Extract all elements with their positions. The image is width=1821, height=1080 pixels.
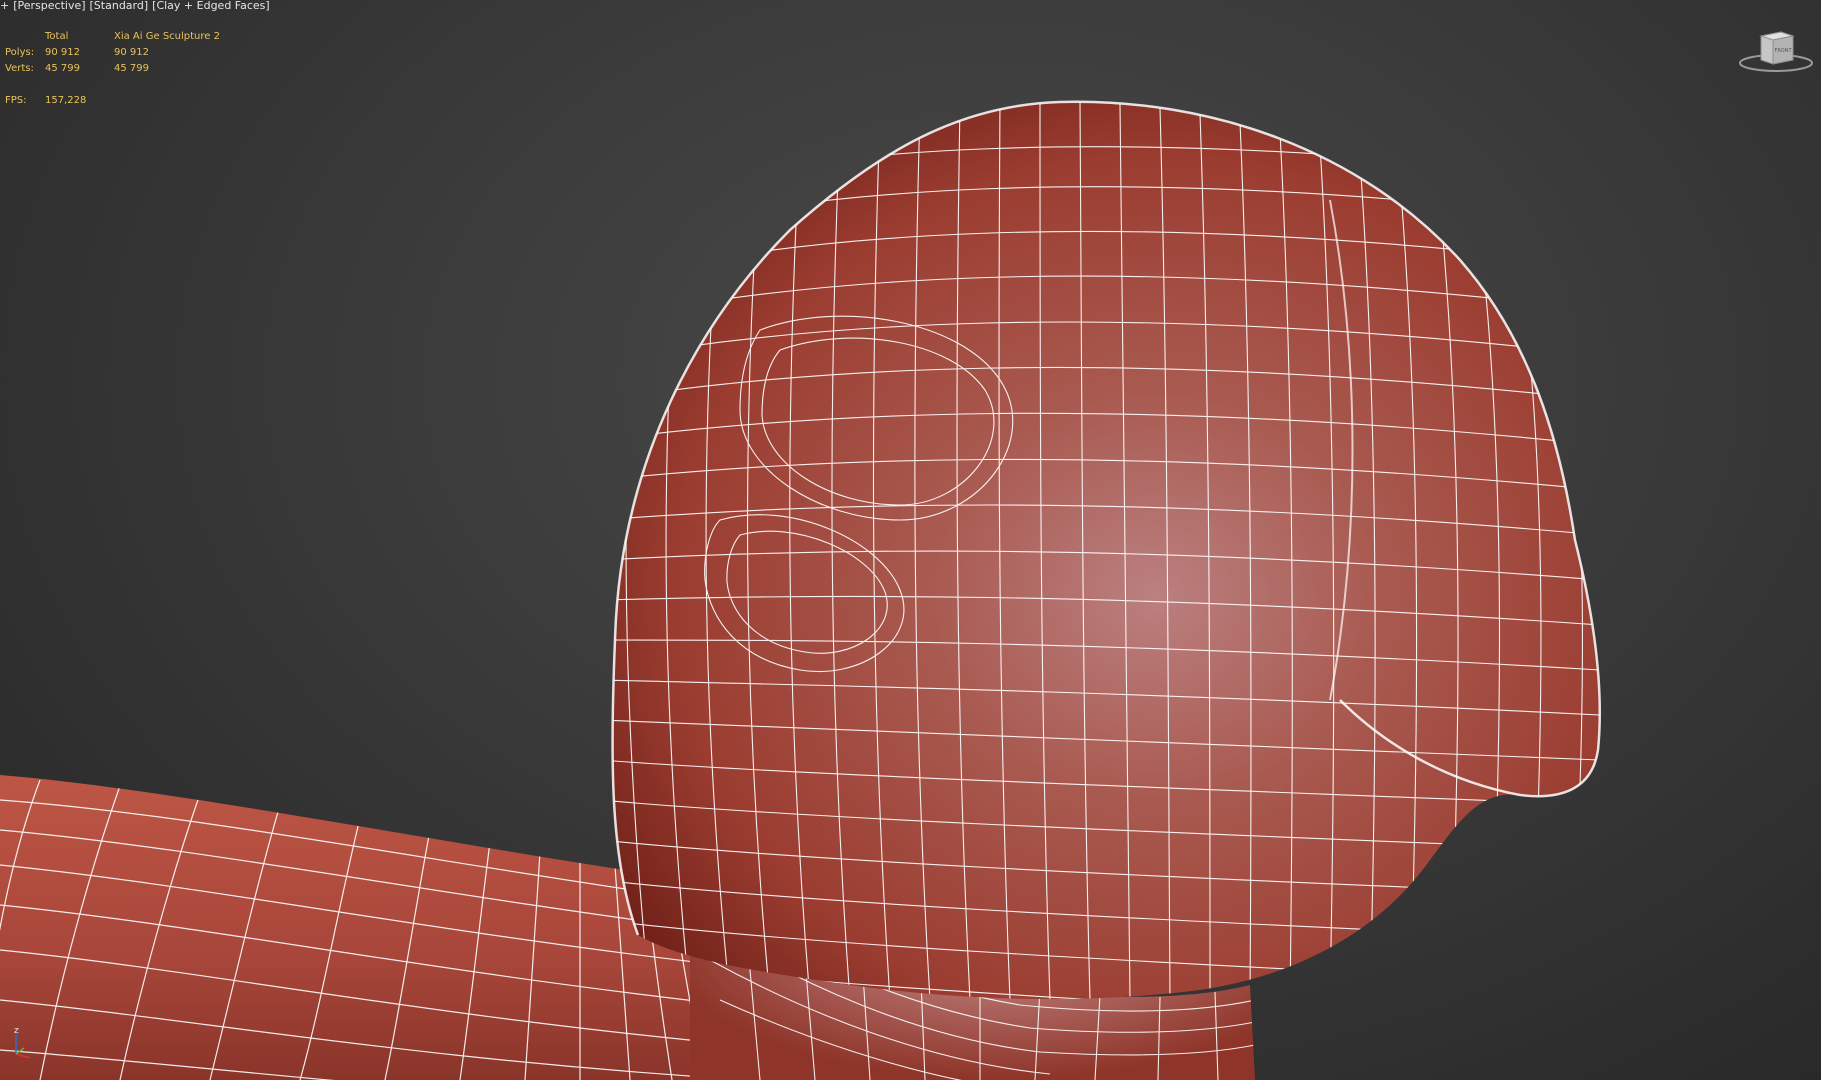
polys-total: 90 912 — [45, 47, 80, 58]
fps-value: 157,228 — [45, 95, 87, 106]
viewport-shading-menu[interactable]: [Clay + Edged Faces] — [152, 0, 270, 12]
viewport-label: + [Perspective] [Standard] [Clay + Edged Fa… — [0, 0, 274, 14]
fps-label: FPS: — [5, 95, 27, 106]
fps-readout: FPS: 157,228 — [5, 95, 86, 106]
viewcube-icon[interactable]: FRONT — [1733, 28, 1819, 76]
sculpture-head — [611, 100, 1601, 1000]
perspective-viewport[interactable]: + [Perspective] [Standard] [Clay + Edged Fa… — [0, 0, 1821, 1080]
clay-sculpture-model — [0, 100, 1601, 1080]
polys-object: 90 912 — [114, 47, 149, 58]
axis-tripod-icon: z — [8, 1024, 38, 1060]
verts-object: 45 799 — [114, 63, 149, 74]
stats-header-total: Total — [45, 31, 69, 42]
verts-label: Verts: — [5, 63, 34, 74]
viewport-standard-menu[interactable]: [Standard] — [90, 0, 149, 12]
viewcube-face-label: FRONT — [1774, 48, 1792, 54]
stats-header-object: Xia Ai Ge Sculpture 2 — [114, 31, 220, 42]
verts-total: 45 799 — [45, 63, 80, 74]
polys-label: Polys: — [5, 47, 35, 58]
viewport-point-of-view-menu[interactable]: [Perspective] — [13, 0, 85, 12]
axis-z-label: z — [14, 1026, 19, 1036]
viewport-plus-menu[interactable]: + — [0, 0, 9, 12]
